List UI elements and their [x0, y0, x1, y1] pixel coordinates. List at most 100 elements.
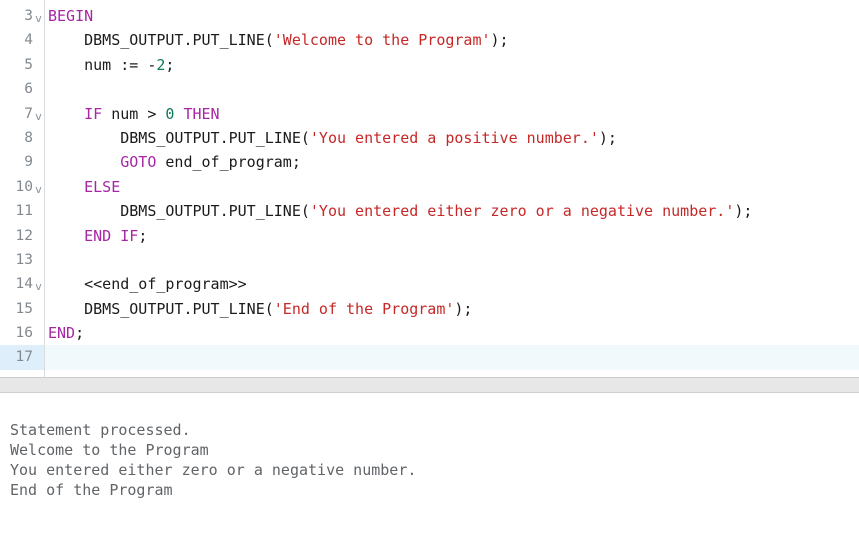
code-line-text: DBMS_OUTPUT.PUT_LINE('You entered either… [44, 199, 859, 223]
token-kw: BEGIN [48, 7, 94, 25]
line-number: 15 [15, 300, 33, 317]
code-line-text: BEGIN [44, 4, 859, 28]
line-number: 5 [24, 56, 33, 73]
token-pln [48, 105, 84, 123]
output-line: Statement processed. [10, 421, 191, 439]
token-kw: IF [84, 104, 103, 123]
output-line: Welcome to the Program [10, 441, 209, 459]
token-str: 'Welcome to the Program' [273, 31, 491, 50]
code-line[interactable]: 16 END; [0, 321, 859, 345]
token-pln: ; [165, 55, 175, 74]
code-line-text [44, 345, 859, 369]
code-line[interactable]: 13 [0, 248, 859, 272]
output-line: You entered either zero or a negative nu… [10, 461, 417, 479]
code-line-text: DBMS_OUTPUT.PUT_LINE('End of the Program… [44, 297, 859, 321]
token-pln: ); [490, 31, 509, 50]
code-line[interactable]: 8 DBMS_OUTPUT.PUT_LINE('You entered a po… [0, 126, 859, 150]
panel-splitter[interactable] [0, 378, 859, 393]
code-line-text: DBMS_OUTPUT.PUT_LINE('Welcome to the Pro… [44, 28, 859, 52]
line-number: 13 [15, 251, 33, 268]
token-pln: ; [138, 226, 148, 245]
chevron-down-icon[interactable]: v [33, 102, 44, 126]
line-number: 6 [24, 81, 33, 98]
token-pln: ); [454, 299, 473, 318]
code-line[interactable]: 11 DBMS_OUTPUT.PUT_LINE('You entered eit… [0, 199, 859, 223]
code-line-text: <<end_of_program>> [44, 272, 859, 296]
token-pln [48, 227, 84, 245]
code-line-text: GOTO end_of_program; [44, 150, 859, 174]
token-kw: END IF [84, 226, 139, 245]
line-number: 4 [24, 32, 33, 49]
token-pln: end_of_program; [156, 153, 301, 172]
code-lines-container: 3 v BEGIN 4 DBMS_OUTPUT.PUT_LINE('Welcome t… [0, 4, 859, 370]
token-pln: DBMS_OUTPUT.PUT_LINE( [48, 128, 310, 147]
token-pln: <<end_of_program>> [48, 275, 247, 294]
code-line[interactable]: 15 DBMS_OUTPUT.PUT_LINE('End of the Prog… [0, 297, 859, 321]
output-line: End of the Program [10, 481, 173, 499]
code-line[interactable]: 17 [0, 345, 859, 370]
token-str: 'End of the Program' [273, 299, 455, 318]
token-str: 'You entered a positive number.' [309, 128, 599, 147]
token-str: 'You entered either zero or a negative n… [309, 202, 735, 221]
fold-spacer [33, 345, 44, 370]
token-pln: DBMS_OUTPUT.PUT_LINE( [48, 202, 310, 221]
token-kw: END [48, 324, 76, 343]
code-line[interactable]: 6 [0, 77, 859, 101]
token-pln: DBMS_OUTPUT.PUT_LINE( [48, 31, 274, 50]
code-line-text [44, 77, 859, 101]
code-line-text: DBMS_OUTPUT.PUT_LINE('You entered a posi… [44, 126, 859, 150]
line-number: 11 [15, 203, 33, 220]
line-number: 7 [24, 105, 33, 122]
code-line[interactable]: 5 num := -2; [0, 53, 859, 77]
code-editor[interactable]: 3 v BEGIN 4 DBMS_OUTPUT.PUT_LINE('Welcome t… [0, 0, 859, 377]
token-pln: ); [734, 202, 753, 221]
token-pln: ); [598, 128, 617, 147]
code-line[interactable]: 10 v ELSE [0, 175, 859, 199]
line-number: 8 [24, 129, 33, 146]
code-line[interactable]: 4 DBMS_OUTPUT.PUT_LINE('Welcome to the P… [0, 28, 859, 52]
code-line[interactable]: 9 GOTO end_of_program; [0, 150, 859, 174]
code-line[interactable]: 14 v <<end_of_program>> [0, 272, 859, 296]
code-line[interactable]: 3 v BEGIN [0, 4, 859, 28]
line-number: 17 [0, 345, 33, 370]
code-line-text: ELSE [44, 175, 859, 199]
token-pln: DBMS_OUTPUT.PUT_LINE( [48, 299, 274, 318]
token-kw: THEN [183, 104, 220, 123]
line-number: 12 [15, 227, 33, 244]
token-pln [48, 178, 84, 196]
token-kw: ELSE [84, 177, 121, 196]
token-kw: GOTO [120, 153, 157, 172]
token-pln: num := - [48, 55, 157, 74]
code-line-text: END; [44, 321, 859, 345]
output-lines-container: Statement processed. Welcome to the Progr… [10, 420, 859, 500]
line-number: 10 [15, 178, 33, 195]
sql-editor-app: 3 v BEGIN 4 DBMS_OUTPUT.PUT_LINE('Welcome t… [0, 0, 859, 548]
output-panel: Statement processed. Welcome to the Progr… [0, 393, 859, 548]
code-line-text: num := -2; [44, 53, 859, 77]
token-pln [48, 153, 120, 171]
line-number: 3 [24, 8, 33, 24]
token-pln: ; [75, 324, 85, 343]
chevron-down-icon[interactable]: v [33, 272, 44, 296]
chevron-down-icon[interactable]: v [33, 4, 44, 28]
line-number: 9 [24, 154, 33, 171]
code-line-text [44, 248, 859, 272]
code-line[interactable]: 7v IF num > 0 THEN [0, 102, 859, 126]
code-line-text: END IF; [44, 224, 859, 248]
line-number: 14 [15, 276, 33, 293]
code-line[interactable]: 12 END IF; [0, 224, 859, 248]
code-line-text: IF num > 0 THEN [44, 102, 859, 126]
token-pln: num > [102, 104, 166, 123]
gutter-divider [44, 0, 45, 377]
chevron-down-icon[interactable]: v [33, 175, 44, 199]
